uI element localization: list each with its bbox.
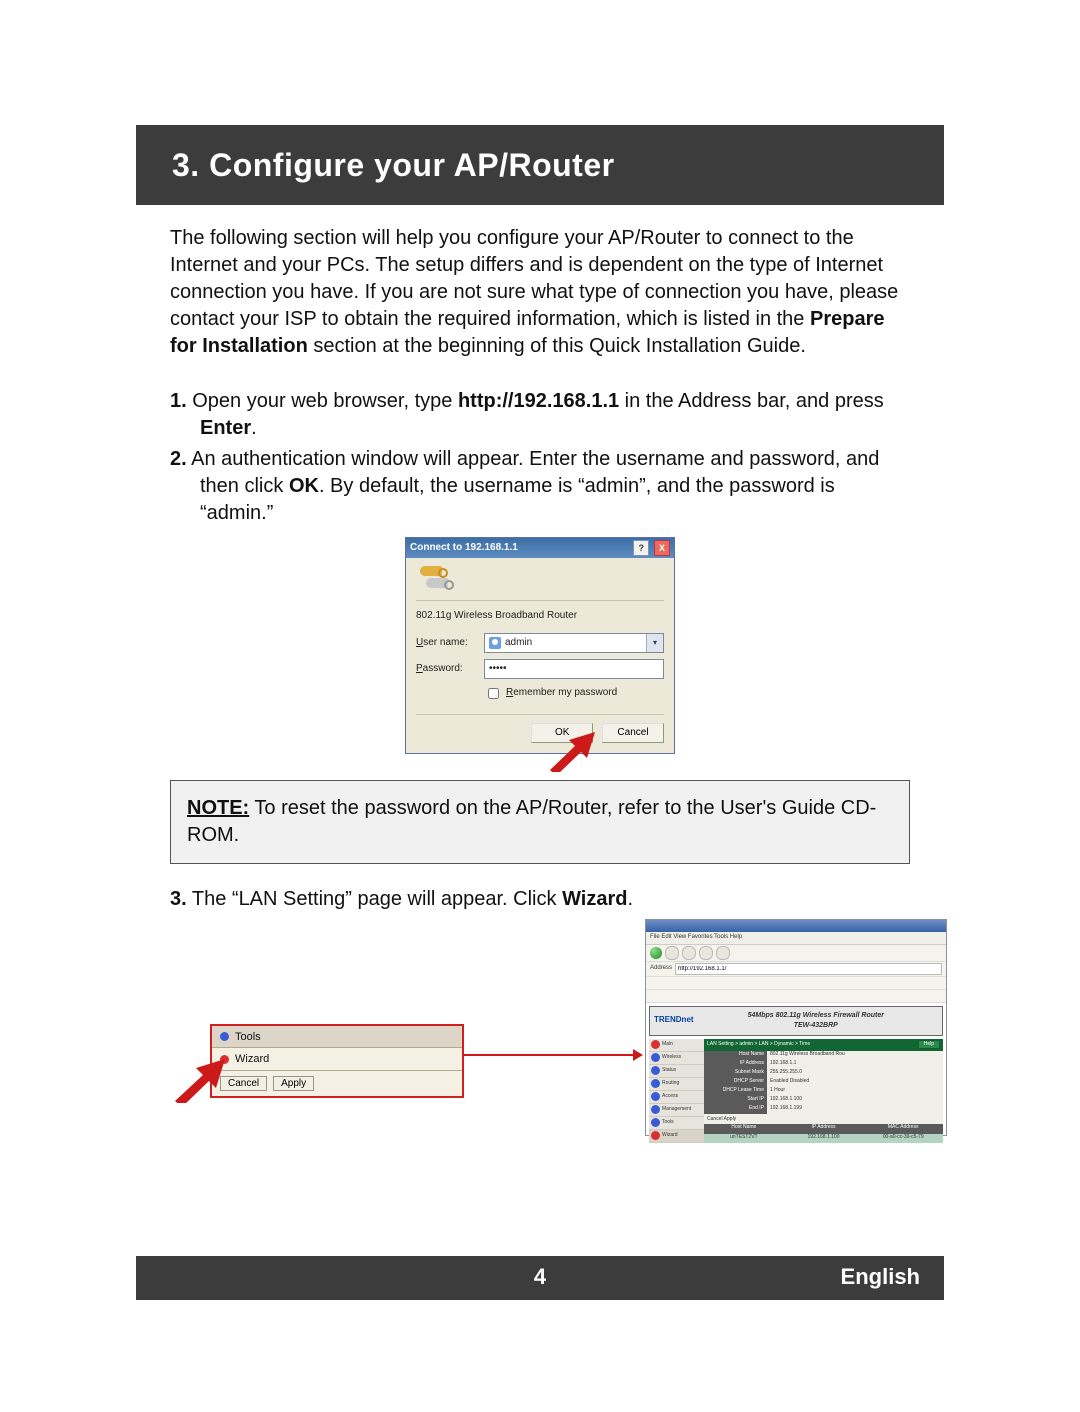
red-arrow-icon: [170, 1059, 225, 1103]
nav-wireless[interactable]: Wireless: [649, 1052, 704, 1065]
step-1: 1. Open your web browser, type http://19…: [170, 388, 910, 442]
nav-management[interactable]: Management: [649, 1104, 704, 1117]
client-table-row: unTEST2VT192.168.1.10000-a0-cc-39-c5-79: [704, 1134, 943, 1143]
address-input[interactable]: [675, 963, 942, 975]
username-input[interactable]: admin▾: [484, 633, 664, 653]
help-icon[interactable]: ?: [633, 540, 649, 556]
breadcrumb: LAN Setting > admin > LAN > Dynamic > Ti…: [704, 1039, 943, 1051]
section-title: 3. Configure your AP/Router: [136, 147, 615, 184]
nav-status[interactable]: Status: [649, 1065, 704, 1078]
chevron-down-icon[interactable]: ▾: [646, 634, 663, 652]
nav-wizard[interactable]: Wizard: [649, 1130, 704, 1143]
tools-tab[interactable]: Tools: [212, 1026, 462, 1049]
browser-menubar: File Edit View Favorites Tools Help: [646, 932, 946, 945]
section-header: 3. Configure your AP/Router: [136, 125, 944, 205]
browser-titlebar: [646, 920, 946, 932]
nav-access[interactable]: Access: [649, 1091, 704, 1104]
intro-paragraph: The following section will help you conf…: [170, 225, 910, 360]
lan-info-table: Host Name802.11g Wireless Broadband Rou …: [704, 1051, 943, 1114]
user-icon: [489, 637, 501, 649]
nav-tools[interactable]: Tools: [649, 1117, 704, 1130]
address-label: Address: [650, 964, 672, 972]
remember-checkbox[interactable]: [488, 688, 499, 699]
step-2: 2. An authentication window will appear.…: [170, 446, 910, 527]
panel-apply-button[interactable]: Apply: [273, 1076, 314, 1091]
red-arrow-icon: [545, 732, 595, 772]
note-box: NOTE: To reset the password on the AP/Ro…: [170, 780, 910, 864]
step-3: 3. The “LAN Setting” page will appear. C…: [170, 886, 910, 913]
router-nav: Main Wireless Status Routing Access Mana…: [649, 1039, 704, 1144]
address-bar: Address: [646, 962, 946, 977]
language-label: English: [841, 1264, 920, 1290]
password-input[interactable]: •••••: [484, 659, 664, 679]
router-name: 802.11g Wireless Broadband Router: [416, 609, 664, 623]
connector-arrow-icon: [463, 1049, 643, 1061]
dialog-title: Connect to 192.168.1.1: [410, 541, 518, 555]
table-buttons: Cancel Apply: [704, 1114, 943, 1125]
back-icon[interactable]: [650, 947, 662, 959]
client-table-header: Host NameIP AddressMAC Address: [704, 1124, 943, 1134]
remember-label: Remember my password: [506, 686, 617, 700]
forward-icon[interactable]: [665, 946, 679, 960]
nav-routing[interactable]: Routing: [649, 1078, 704, 1091]
password-label: Password:: [416, 662, 476, 676]
home-icon[interactable]: [716, 946, 730, 960]
panel-cancel-button[interactable]: Cancel: [220, 1076, 267, 1091]
wizard-tab[interactable]: Wizard: [212, 1048, 462, 1071]
browser-toolbar: [646, 945, 946, 962]
stop-icon[interactable]: [682, 946, 696, 960]
cancel-button[interactable]: Cancel: [602, 723, 664, 743]
browser-screenshot: File Edit View Favorites Tools Help Addr…: [645, 919, 947, 1136]
note-label: NOTE:: [187, 797, 249, 819]
close-icon[interactable]: X: [654, 540, 670, 556]
refresh-icon[interactable]: [699, 946, 713, 960]
router-title: 54Mbps 802.11g Wireless Firewall RouterT…: [694, 1011, 938, 1030]
auth-dialog-figure: Connect to 192.168.1.1 ? X 802.11g Wirel…: [405, 537, 675, 754]
nav-main[interactable]: Main: [649, 1039, 704, 1052]
bullet-icon: [220, 1032, 229, 1041]
wizard-panel: Tools Wizard Cancel Apply: [210, 1024, 464, 1099]
help-button[interactable]: Help: [918, 1040, 940, 1049]
dialog-titlebar: Connect to 192.168.1.1 ? X: [406, 538, 674, 558]
username-label: User name:: [416, 636, 476, 650]
brand-logo: TRENDnet: [654, 1015, 694, 1026]
keys-icon: [416, 564, 456, 594]
